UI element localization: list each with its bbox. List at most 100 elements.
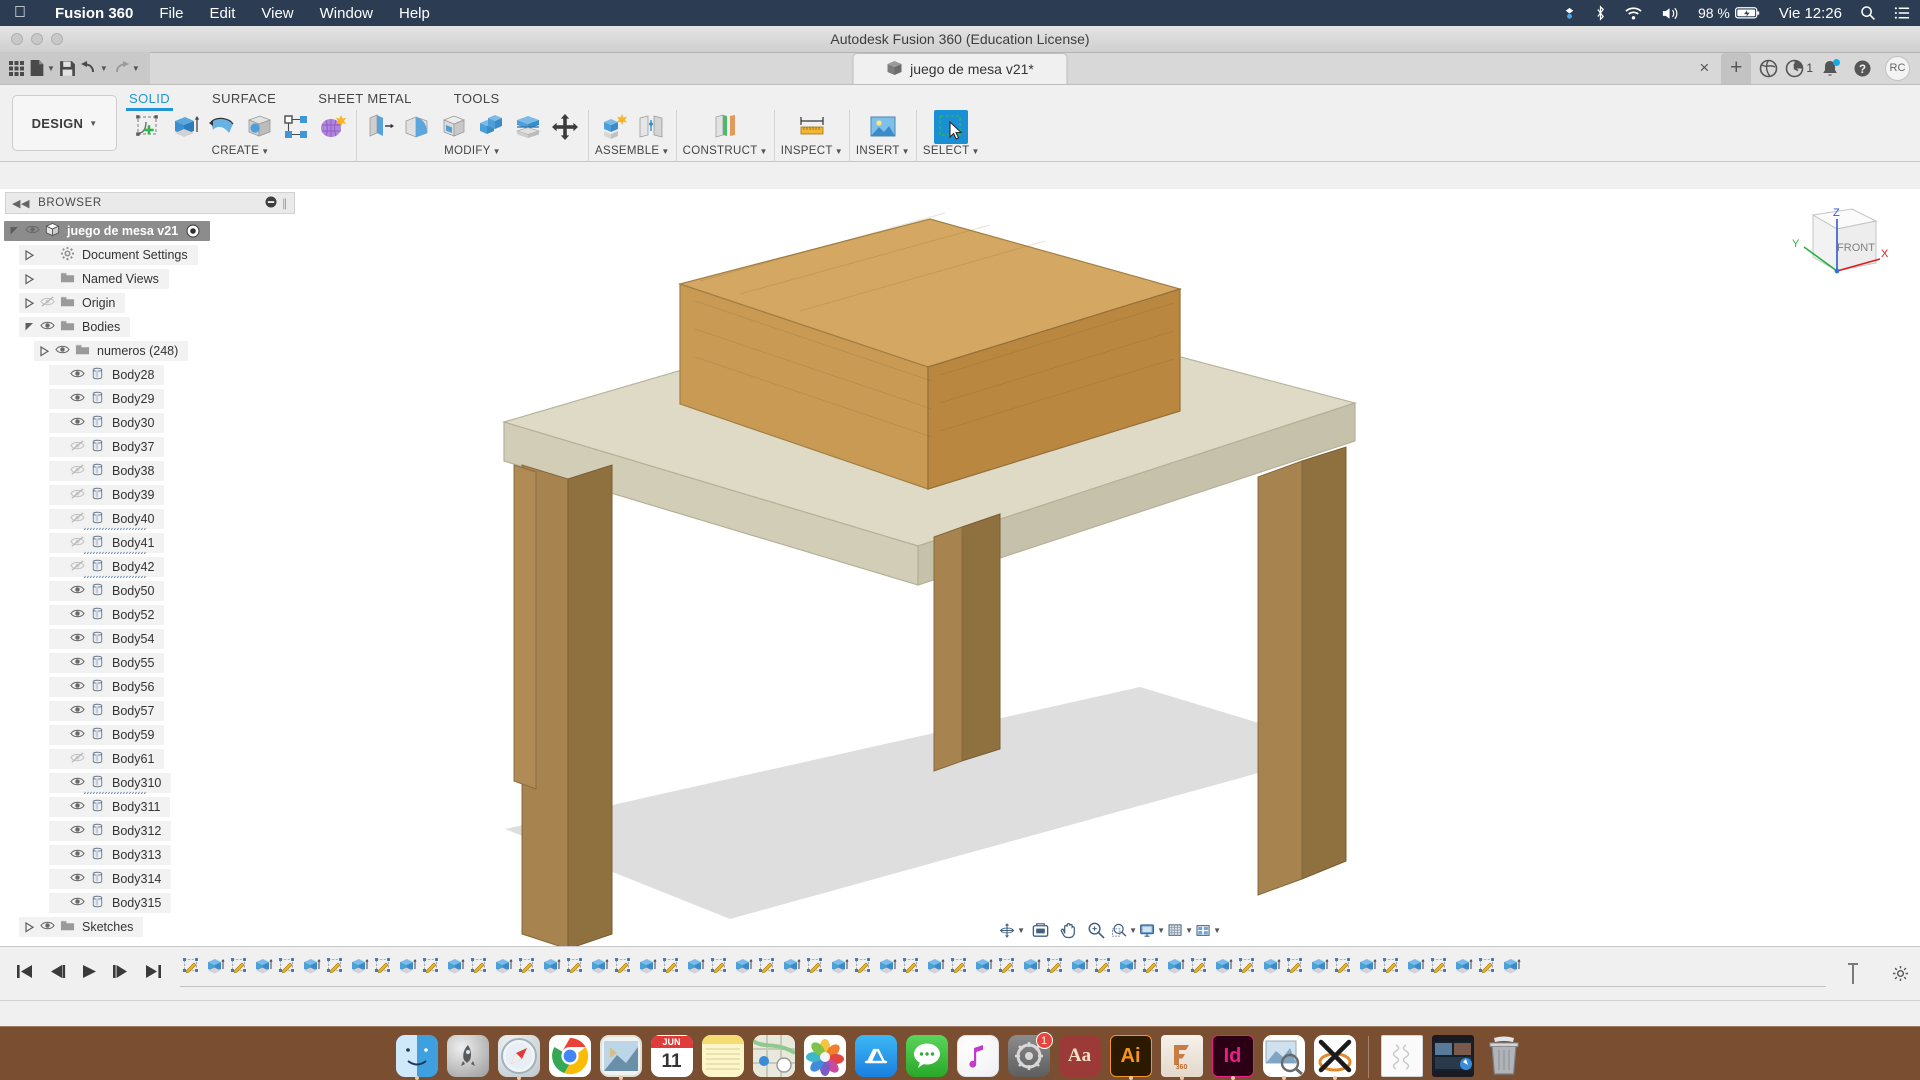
browser-node-body37[interactable]: Body37 (0, 435, 300, 459)
timeline-extrude-feature[interactable] (1212, 954, 1234, 978)
visibility-eye-off-icon[interactable] (67, 438, 87, 456)
extrude-icon[interactable] (168, 110, 202, 144)
visibility-eye-icon[interactable] (67, 390, 87, 408)
messages-icon[interactable] (905, 1034, 949, 1078)
minimize-panel-icon[interactable] (265, 196, 277, 211)
offset-plane-icon[interactable] (708, 110, 742, 144)
twisty-expanded-icon[interactable] (21, 322, 37, 333)
joint-icon[interactable] (634, 110, 668, 144)
timeline-sketch-feature[interactable] (1332, 954, 1354, 978)
timeline-sketch-feature[interactable] (756, 954, 778, 978)
timeline-extrude-feature[interactable] (876, 954, 898, 978)
browser-node-body54[interactable]: Body54 (0, 627, 300, 651)
timeline-extrude-feature[interactable] (732, 954, 754, 978)
browser-node-row[interactable]: juego de mesa v21 (4, 221, 211, 241)
timeline-extrude-feature[interactable] (1500, 954, 1522, 978)
viewport-layout-icon[interactable]: ▼ (1195, 918, 1221, 942)
zoom-icon[interactable] (1083, 918, 1109, 942)
visibility-eye-icon[interactable] (37, 918, 57, 936)
twisty-collapsed-icon[interactable] (36, 345, 52, 357)
browser-node-named-views[interactable]: Named Views (0, 267, 300, 291)
browser-node-row[interactable]: Body28 (49, 365, 165, 385)
workspace-switcher-button[interactable]: DESIGN ▼ (12, 95, 117, 151)
app-store-icon[interactable] (854, 1034, 898, 1078)
browser-node-row[interactable]: Body313 (49, 845, 172, 865)
browser-node-body311[interactable]: Body311 (0, 795, 300, 819)
twisty-collapsed-icon[interactable] (21, 249, 37, 261)
revolve-icon[interactable] (205, 110, 239, 144)
wifi-icon[interactable] (1615, 6, 1652, 21)
visibility-eye-icon[interactable] (67, 630, 87, 648)
leg-rear-right-side[interactable] (933, 526, 963, 772)
timeline-sketch-feature[interactable] (324, 954, 346, 978)
tab-solid[interactable]: SOLID (125, 89, 174, 111)
insert-image-icon[interactable] (866, 110, 900, 144)
create-form-icon[interactable] (316, 110, 350, 144)
browser-node-row[interactable]: Body29 (49, 389, 165, 409)
model-view[interactable] (300, 189, 1920, 946)
timeline-extrude-feature[interactable] (540, 954, 562, 978)
timeline-settings-icon[interactable] (1880, 965, 1920, 982)
leg-rear-right-face[interactable] (961, 513, 1001, 762)
browser-node-bodies[interactable]: Bodies (0, 315, 300, 339)
save-icon[interactable] (59, 60, 76, 77)
dictionary-icon[interactable]: Aa (1058, 1034, 1102, 1078)
chevron-down-icon[interactable]: ▼ (89, 119, 97, 128)
menubar-clock[interactable]: Vie 12:26 (1770, 5, 1851, 22)
chevron-down-icon[interactable]: ▼ (1157, 926, 1165, 935)
tab-tools[interactable]: TOOLS (454, 89, 500, 110)
browser-node-row[interactable]: Body55 (49, 653, 165, 673)
visibility-eye-off-icon[interactable] (67, 750, 87, 768)
browser-node-row[interactable]: Body59 (49, 725, 165, 745)
browser-node-row[interactable]: Document Settings (19, 245, 198, 265)
extensions-icon[interactable] (1753, 54, 1783, 82)
browser-node-body28[interactable]: Body28 (0, 363, 300, 387)
timeline-extrude-feature[interactable] (1068, 954, 1090, 978)
browser-node-body38[interactable]: Body38 (0, 459, 300, 483)
timeline-sketch-feature[interactable] (804, 954, 826, 978)
timeline-sketch-feature[interactable] (996, 954, 1018, 978)
play-button[interactable] (80, 963, 98, 985)
chrome-icon[interactable] (548, 1034, 592, 1078)
browser-node-row[interactable]: Body39 (49, 485, 165, 505)
xquartz-icon[interactable] (1313, 1034, 1357, 1080)
bluetooth-icon[interactable] (1586, 5, 1615, 21)
timeline-extrude-feature[interactable] (588, 954, 610, 978)
timeline-track[interactable] (180, 947, 1826, 1001)
timeline-extrude-feature[interactable] (636, 954, 658, 978)
pan-icon[interactable] (1055, 918, 1081, 942)
timeline-extrude-feature[interactable] (396, 954, 418, 978)
timeline-sketch-feature[interactable] (228, 954, 250, 978)
timeline-sketch-feature[interactable] (564, 954, 586, 978)
indesign-icon[interactable]: Id (1211, 1034, 1255, 1080)
visibility-eye-icon[interactable] (67, 366, 87, 384)
apple-logo-icon[interactable]:  (0, 5, 42, 21)
visibility-eye-off-icon[interactable] (67, 462, 87, 480)
browser-node-sketches[interactable]: Sketches (0, 915, 300, 939)
timeline-sketch-feature[interactable] (372, 954, 394, 978)
trash-icon[interactable] (1482, 1034, 1526, 1078)
undo-icon[interactable]: ▼ (80, 60, 108, 76)
redo-icon[interactable]: ▼ (112, 60, 140, 76)
press-pull-icon[interactable] (363, 110, 397, 144)
timeline-sketch-feature[interactable] (1092, 954, 1114, 978)
browser-node-row[interactable]: Body314 (49, 869, 172, 889)
chevron-down-icon[interactable]: ▼ (47, 64, 55, 73)
browser-node-body314[interactable]: Body314 (0, 867, 300, 891)
documents-stack-icon[interactable] (1380, 1034, 1424, 1078)
visibility-eye-off-icon[interactable] (67, 486, 87, 504)
timeline-sketch-feature[interactable] (516, 954, 538, 978)
timeline-extrude-feature[interactable] (348, 954, 370, 978)
timeline-sketch-feature[interactable] (1140, 954, 1162, 978)
visibility-eye-off-icon[interactable] (37, 294, 57, 312)
mail-icon[interactable] (599, 1034, 643, 1080)
timeline-extrude-feature[interactable] (1164, 954, 1186, 978)
visibility-eye-icon[interactable] (67, 582, 87, 600)
timeline-extrude-feature[interactable] (780, 954, 802, 978)
menu-item-file[interactable]: File (146, 5, 196, 22)
menu-item-help[interactable]: Help (386, 5, 443, 22)
volume-icon[interactable] (1652, 6, 1689, 21)
timeline-sketch-feature[interactable] (708, 954, 730, 978)
timeline-extrude-feature[interactable] (1020, 954, 1042, 978)
menu-item-view[interactable]: View (248, 5, 306, 22)
